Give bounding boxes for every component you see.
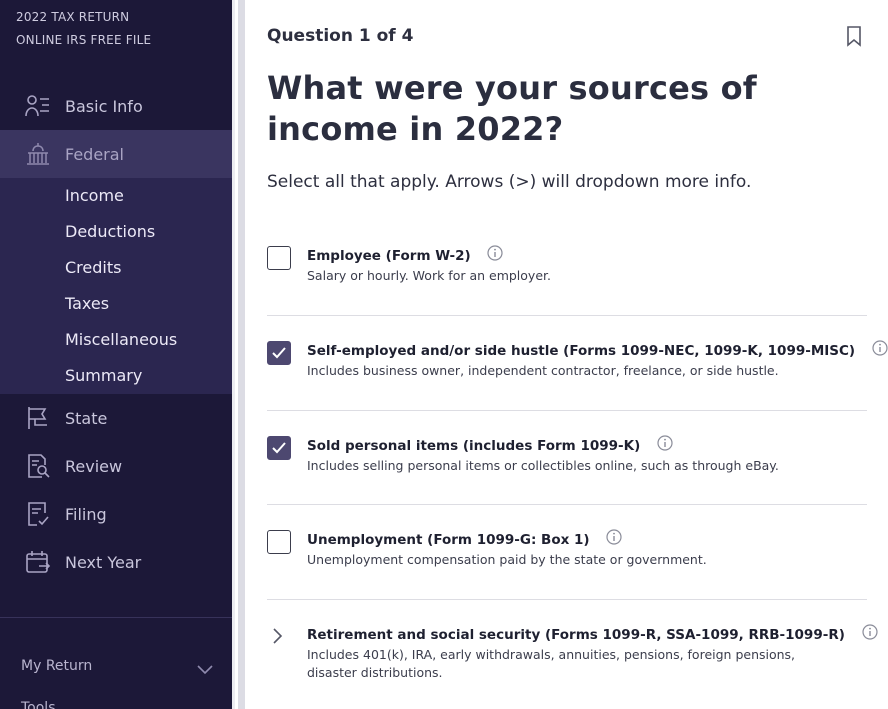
person-list-icon — [24, 92, 52, 120]
sidebar-item-state[interactable]: State — [0, 394, 232, 442]
panel-splitter[interactable] — [232, 0, 245, 709]
info-icon[interactable] — [487, 245, 503, 265]
subnav-item-deductions[interactable]: Deductions — [65, 222, 155, 242]
checkmark-icon — [272, 347, 286, 359]
calendar-arrow-icon — [24, 548, 52, 576]
sidebar-item-label: Next Year — [65, 552, 142, 572]
checkbox[interactable] — [267, 246, 291, 270]
main-content: Question 1 of 4 What were your sources o… — [245, 0, 888, 709]
question-number: Question 1 of 4 — [267, 26, 414, 46]
sidebar-item-review[interactable]: Review — [0, 442, 232, 490]
info-icon[interactable] — [861, 624, 878, 644]
my-return-toggle[interactable]: My Return — [21, 658, 92, 674]
option-description: Includes selling personal items or colle… — [307, 458, 779, 473]
tools-link[interactable]: Tools — [21, 700, 56, 709]
flag-icon — [24, 404, 52, 432]
sidebar-item-label: Filing — [65, 504, 107, 524]
option-description: Unemployment compensation paid by the st… — [307, 552, 707, 567]
sidebar-item-federal[interactable]: Federal — [0, 130, 232, 178]
info-icon[interactable] — [657, 435, 673, 455]
brand: 2022 TAX RETURN ONLINE IRS FREE FILE — [16, 6, 151, 52]
divider — [267, 504, 867, 505]
page-subtitle: Select all that apply. Arrows (>) will d… — [267, 172, 752, 192]
subnav-item-miscellaneous[interactable]: Miscellaneous — [65, 330, 177, 350]
subnav-item-income[interactable]: Income — [65, 186, 124, 206]
option-description: Salary or hourly. Work for an employer. — [307, 268, 551, 283]
info-icon[interactable] — [606, 529, 622, 549]
subnav-item-summary[interactable]: Summary — [65, 366, 142, 386]
option-label: Self-employed and/or side hustle (Forms … — [307, 340, 888, 361]
sidebar-item-basic-info[interactable]: Basic Info — [0, 82, 232, 130]
sidebar: 2022 TAX RETURN ONLINE IRS FREE FILE Bas… — [0, 0, 232, 709]
bookmark-icon[interactable] — [845, 25, 863, 51]
chevron-down-icon[interactable] — [196, 660, 214, 679]
divider — [267, 599, 867, 600]
option-label: Employee (Form W-2) — [307, 245, 503, 266]
option-label: Sold personal items (includes Form 1099-… — [307, 435, 673, 456]
option-description: Includes business owner, independent con… — [307, 363, 779, 378]
subnav-item-credits[interactable]: Credits — [65, 258, 121, 278]
sidebar-item-label: Basic Info — [65, 96, 143, 116]
divider — [267, 315, 867, 316]
capitol-icon — [24, 140, 52, 168]
sidebar-item-filing[interactable]: Filing — [0, 490, 232, 538]
checkmark-icon — [272, 442, 286, 454]
brand-line2: ONLINE IRS FREE FILE — [16, 33, 152, 47]
checkbox-checked[interactable] — [267, 341, 291, 365]
checkbox-checked[interactable] — [267, 436, 291, 460]
federal-subnav: Income Deductions Credits Taxes Miscella… — [0, 178, 232, 394]
subnav-item-taxes[interactable]: Taxes — [65, 294, 109, 314]
sidebar-item-label: Review — [65, 456, 123, 476]
sidebar-item-label: Federal — [65, 144, 124, 164]
option-label: Unemployment (Form 1099-G: Box 1) — [307, 529, 622, 550]
sidebar-divider — [0, 617, 232, 618]
divider — [267, 410, 867, 411]
option-label: Retirement and social security (Forms 10… — [307, 624, 878, 645]
document-check-icon — [24, 500, 52, 528]
option-description: Includes 401(k), IRA, early withdrawals,… — [307, 647, 796, 680]
sidebar-item-label: State — [65, 408, 108, 428]
document-search-icon — [24, 452, 52, 480]
checkbox[interactable] — [267, 530, 291, 554]
chevron-right-icon[interactable] — [271, 627, 283, 649]
brand-line1: 2022 TAX RETURN — [16, 10, 130, 24]
page-title: What were your sources of income in 2022… — [267, 69, 757, 148]
info-icon[interactable] — [872, 340, 888, 360]
sidebar-item-next-year[interactable]: Next Year — [0, 538, 232, 586]
